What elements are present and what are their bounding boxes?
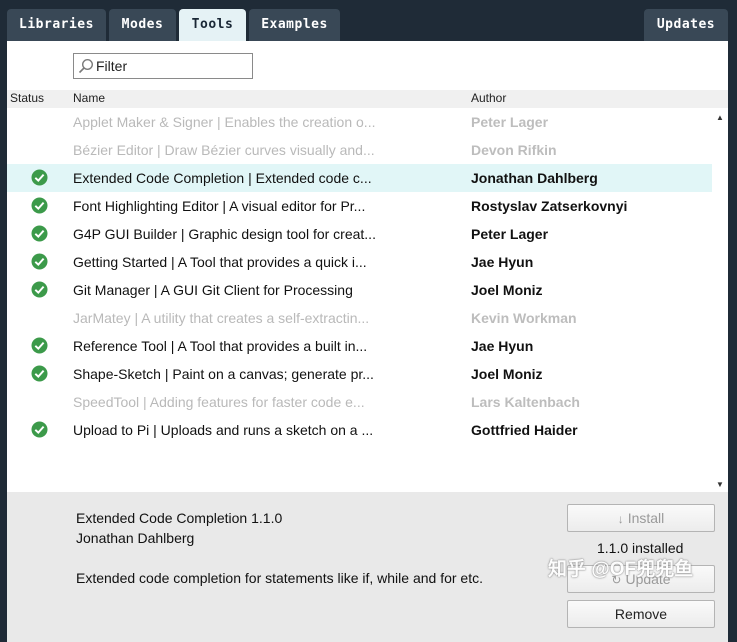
row-name: SpeedTool | Adding features for faster c…	[73, 394, 365, 410]
table-row[interactable]: G4P GUI Builder | Graphic design tool fo…	[7, 220, 712, 248]
row-name: Bézier Editor | Draw Bézier curves visua…	[73, 142, 375, 158]
column-header: Status Name Author	[7, 90, 728, 108]
installed-check-icon	[31, 281, 48, 298]
tab-libraries[interactable]: Libraries	[7, 9, 106, 41]
tab-bar: Libraries Modes Tools Examples Updates	[0, 0, 737, 41]
install-label: Install	[627, 510, 665, 526]
column-status[interactable]: Status	[10, 91, 44, 105]
table-row[interactable]: JarMatey | A utility that creates a self…	[7, 304, 712, 332]
table-row[interactable]: Git Manager | A GUI Git Client for Proce…	[7, 276, 712, 304]
download-arrow-icon: ↓	[617, 512, 624, 526]
row-author: Peter Lager	[471, 226, 549, 242]
row-author: Jae Hyun	[471, 254, 534, 270]
filter-field[interactable]	[73, 53, 253, 79]
table-row[interactable]: SpeedTool | Adding features for faster c…	[7, 388, 712, 416]
tool-list: Applet Maker & Signer | Enables the crea…	[7, 108, 712, 492]
row-author: Rostyslav Zatserkovnyi	[471, 198, 628, 214]
installed-check-icon	[31, 337, 48, 354]
row-name: Upload to Pi | Uploads and runs a sketch…	[73, 422, 374, 438]
watermark-text: 知乎 @OF兜兜鱼	[548, 559, 694, 580]
tab-modes[interactable]: Modes	[109, 9, 176, 41]
table-row[interactable]: Upload to Pi | Uploads and runs a sketch…	[7, 416, 712, 444]
installed-check-icon	[31, 169, 48, 186]
table-row[interactable]: Shape-Sketch | Paint on a canvas; genera…	[7, 360, 712, 388]
row-name: Applet Maker & Signer | Enables the crea…	[73, 114, 376, 130]
tab-updates[interactable]: Updates	[644, 9, 728, 41]
detail-description: Extended code completion for statements …	[76, 570, 483, 586]
row-name: Git Manager | A GUI Git Client for Proce…	[73, 282, 353, 298]
table-row[interactable]: Reference Tool | A Tool that provides a …	[7, 332, 712, 360]
row-name: Shape-Sketch | Paint on a canvas; genera…	[73, 366, 374, 382]
column-author[interactable]: Author	[471, 91, 506, 105]
filter-input[interactable]	[96, 56, 246, 76]
scroll-down-icon[interactable]: ▼	[716, 480, 724, 489]
table-row[interactable]: Getting Started | A Tool that provides a…	[7, 248, 712, 276]
row-author: Peter Lager	[471, 114, 549, 130]
install-button[interactable]: ↓ Install	[567, 504, 715, 532]
tab-tools[interactable]: Tools	[179, 9, 246, 41]
installed-check-icon	[31, 197, 48, 214]
installed-check-icon	[31, 225, 48, 242]
row-name: G4P GUI Builder | Graphic design tool fo…	[73, 226, 376, 242]
table-row[interactable]: Extended Code Completion | Extended code…	[7, 164, 712, 192]
row-name: Extended Code Completion | Extended code…	[73, 170, 372, 186]
table-row[interactable]: Bézier Editor | Draw Bézier curves visua…	[7, 136, 712, 164]
installed-check-icon	[31, 253, 48, 270]
row-author: Devon Rifkin	[471, 142, 557, 158]
row-author: Joel Moniz	[471, 366, 543, 382]
row-name: Getting Started | A Tool that provides a…	[73, 254, 367, 270]
scroll-up-icon[interactable]: ▲	[716, 113, 724, 122]
row-name: Reference Tool | A Tool that provides a …	[73, 338, 368, 354]
search-icon	[78, 58, 94, 74]
column-name[interactable]: Name	[73, 91, 105, 105]
row-author: Joel Moniz	[471, 282, 543, 298]
detail-title: Extended Code Completion 1.1.0	[76, 510, 283, 526]
table-row[interactable]: Applet Maker & Signer | Enables the crea…	[7, 108, 712, 136]
row-author: Kevin Workman	[471, 310, 577, 326]
row-author: Lars Kaltenbach	[471, 394, 580, 410]
row-name: JarMatey | A utility that creates a self…	[73, 310, 370, 326]
table-row[interactable]: Font Highlighting Editor | A visual edit…	[7, 192, 712, 220]
list-scrollbar[interactable]: ▲ ▼	[712, 108, 728, 492]
row-author: Jonathan Dahlberg	[471, 170, 598, 186]
tools-panel: Status Name Author Applet Maker & Signer…	[7, 41, 728, 642]
tab-examples[interactable]: Examples	[249, 9, 340, 41]
installed-check-icon	[31, 421, 48, 438]
remove-label: Remove	[614, 606, 668, 622]
row-author: Jae Hyun	[471, 338, 534, 354]
row-author: Gottfried Haider	[471, 422, 578, 438]
remove-button[interactable]: Remove	[567, 600, 715, 628]
row-name: Font Highlighting Editor | A visual edit…	[73, 198, 366, 214]
contribution-manager-window: Libraries Modes Tools Examples Updates S…	[0, 0, 737, 642]
detail-author: Jonathan Dahlberg	[76, 530, 195, 546]
installed-check-icon	[31, 365, 48, 382]
